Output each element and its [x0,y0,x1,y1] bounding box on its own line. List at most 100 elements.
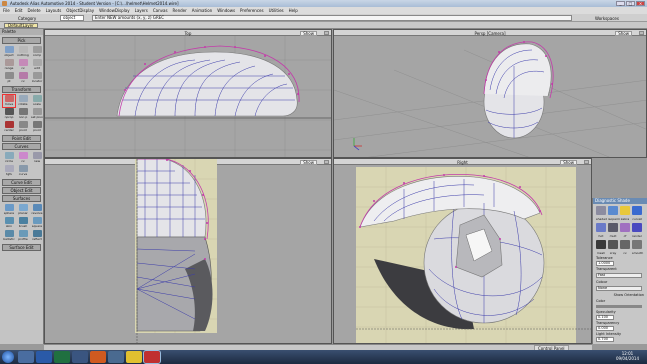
taskbar-excel-icon[interactable] [54,351,70,363]
tool-sphere[interactable]: sphere [3,204,15,216]
render-mode-icon[interactable] [632,223,642,232]
hot-mode-icon[interactable] [596,223,606,232]
default-layer-tab[interactable]: DefaultLayer [4,23,38,28]
menu-animation[interactable]: Animation [192,7,212,14]
taskbar-alias-icon[interactable] [143,350,161,364]
color-swatch[interactable] [596,305,642,308]
taskbar-clock[interactable]: 12:01 09/04/2014 [616,351,639,361]
menu-preferences[interactable]: Preferences [240,7,264,14]
taskbar-firefox-icon[interactable] [90,351,106,363]
section-surface-edit[interactable]: Surface Edit [2,244,41,251]
tool-pivot[interactable]: pivot [17,121,29,133]
taskbar-mediaplayer-icon[interactable] [72,351,88,363]
tool-pick-locator[interactable]: locator [31,72,43,84]
menu-file[interactable]: File [3,7,10,14]
xray-mode-icon[interactable] [608,240,618,249]
menu-utilities[interactable]: Utilities [269,7,284,14]
taskbar-word-icon[interactable] [36,351,52,363]
cf-mode-icon[interactable] [620,223,630,232]
tool-cv-curve[interactable]: cv [17,152,29,164]
cv-curve-icon [18,152,28,159]
helmet-top-surface [116,51,298,117]
light-intensity-field[interactable]: 0.700 [596,337,614,342]
locator-icon [32,72,42,79]
tool-pick-cv[interactable]: cv [17,59,29,71]
tool-scale[interactable]: scale [31,95,43,107]
tool-curve[interactable]: curve [17,165,29,177]
section-curve-edit[interactable]: Curve Edit [2,179,41,186]
skin-icon [4,217,14,224]
tool-skin[interactable]: skin [3,217,15,229]
tool-brush[interactable]: brush [17,217,29,229]
taskbar-folder-icon[interactable] [108,351,124,363]
menu-help[interactable]: Help [289,7,298,14]
tool-move[interactable]: move [2,94,16,108]
colour-select[interactable]: None [596,286,642,291]
tool-pick-nothing[interactable]: nothing [17,46,29,58]
taskbar-explorer-icon[interactable] [18,351,34,363]
menu-windowdisplay[interactable]: WindowDisplay [99,7,130,14]
menu-render[interactable]: Render [173,7,187,14]
menu-layouts[interactable]: Layouts [46,7,62,14]
shaded-mode-icon[interactable] [596,206,606,215]
tool-pick-pt[interactable]: pt [3,72,15,84]
tool-profile[interactable]: profile [17,230,29,242]
tool-ballistic[interactable]: ballistic [3,230,15,242]
cv-mode-icon[interactable] [620,240,630,249]
menu-layers[interactable]: Layers [135,7,148,14]
menu-edit[interactable]: Edit [15,7,23,14]
menu-canvas[interactable]: Canvas [153,7,168,14]
isoparm-mode-icon[interactable] [608,206,618,215]
section-pick[interactable]: Pick [2,37,41,44]
tool-pick-range[interactable]: range [3,59,15,71]
viewport-right[interactable]: Right Show [333,158,592,344]
section-transform[interactable]: Transform [2,86,41,93]
viewport-top[interactable]: Top Show [44,29,332,158]
menu-objectdisplay[interactable]: ObjectDisplay [66,7,94,14]
tool-planar[interactable]: planar [17,204,29,216]
tool-nprop[interactable]: nprop [3,108,15,120]
tool-new-curve[interactable]: new [31,152,43,164]
menu-delete[interactable]: Delete [27,7,40,14]
tool-center[interactable]: center [3,121,15,133]
tool-pick-comp[interactable]: comp [31,46,43,58]
transparent-select[interactable]: Fast [596,273,642,278]
smooth-mode-icon[interactable] [632,240,642,249]
category-field[interactable]: object [60,15,84,21]
category-label: Category [18,16,37,21]
tool-revolve[interactable]: revolve [31,204,43,216]
menu-windows[interactable]: Windows [217,7,235,14]
zebra-mode-icon[interactable] [620,206,630,215]
tool-circle[interactable]: circle [3,152,15,164]
workspaces-label[interactable]: Workspaces [595,16,619,21]
revolve-icon [32,204,42,211]
section-point-edit[interactable]: Point Edit [2,135,41,142]
tool-pick-cv2[interactable]: cv [17,72,29,84]
tool-square[interactable]: square [31,217,43,229]
close-button[interactable]: × [636,1,645,6]
viewport-persp[interactable]: Persp [Camera] Show [333,29,647,158]
curvature-mode-icon[interactable] [632,206,642,215]
tool-rotate[interactable]: rotate [17,95,29,107]
tool-non-p[interactable]: non p [17,108,29,120]
section-curves[interactable]: Curves [2,143,41,150]
tool-tgfs[interactable]: tgfs [3,165,15,177]
prompt-input[interactable]: Enter NEW amounts (x, y, z) GREC [92,15,572,21]
tool-reflect[interactable]: reflect [31,230,43,242]
diagnostic-shade-panel: Diagnostic Shade shaded isoparm zebra curva… [592,198,647,344]
mesh-mode-icon[interactable] [596,240,606,249]
tool-pick-edit[interactable]: edit [31,59,43,71]
taskbar-chrome-icon[interactable] [126,351,142,363]
section-object-edit[interactable]: Object Edit [2,187,41,194]
layer-bar: DefaultLayer [0,22,647,29]
tool-pivot2[interactable]: pivot [31,121,43,133]
minimize-button[interactable]: _ [616,1,625,6]
maximize-button[interactable]: □ [626,1,635,6]
tool-pick-object[interactable]: object [3,46,15,58]
tool-set-pivot[interactable]: set pivot [31,108,43,120]
section-surfaces[interactable]: Surfaces [2,195,41,202]
rotate-icon [18,95,28,102]
start-button-icon[interactable] [2,351,14,363]
viewport-front[interactable]: Front Show [44,158,332,344]
mult-mode-icon[interactable] [608,223,618,232]
